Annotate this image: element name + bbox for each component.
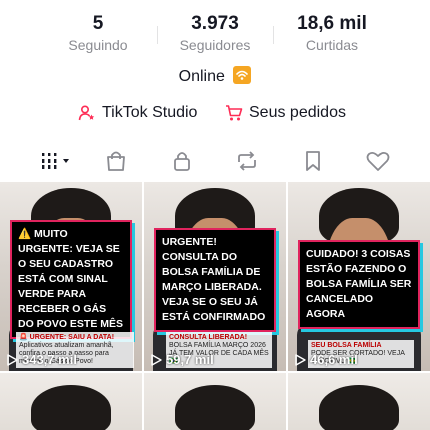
video-subtitle-title: CONSULTA LIBERADA! — [169, 334, 248, 341]
likes-stat[interactable]: 18,6 mil Curtidas — [277, 12, 387, 54]
following-stat[interactable]: 5 Seguindo — [43, 12, 153, 54]
followers-label: Seguidores — [179, 37, 251, 53]
video-caption: ⚠️ MUITO URGENTE: VEJA SE O SEU CADASTRO… — [12, 222, 130, 337]
thumbnail-person — [319, 385, 399, 430]
video-caption: URGENTE! CONSULTA DO BOLSA FAMÍLIA DE MA… — [156, 230, 274, 330]
video-thumbnail[interactable] — [0, 373, 142, 430]
stat-divider — [273, 26, 274, 44]
tab-videos[interactable] — [35, 145, 77, 177]
tiktok-studio-link[interactable]: TikTok Studio — [78, 101, 197, 125]
tab-reposts[interactable] — [227, 145, 267, 177]
lock-icon — [174, 152, 190, 171]
video-thumbnail[interactable] — [288, 373, 430, 430]
tab-saved[interactable] — [293, 145, 333, 177]
tab-liked[interactable] — [358, 145, 398, 177]
view-count-text: 343,7 mil — [22, 352, 77, 367]
video-thumbnail[interactable]: CUIDADO! 3 COISAS ESTÃO FAZENDO O BOLSA … — [288, 182, 430, 371]
tab-private[interactable] — [162, 145, 202, 177]
video-subtitle-title: SEU BOLSA FAMÍLIA — [311, 342, 382, 349]
thumbnail-person — [175, 385, 255, 430]
orders-link[interactable]: Seus pedidos — [225, 101, 346, 125]
tiktok-studio-label: TikTok Studio — [102, 104, 198, 121]
cart-icon — [226, 105, 243, 121]
likes-count: 18,6 mil — [297, 13, 367, 34]
following-label: Seguindo — [68, 37, 128, 53]
play-icon — [7, 353, 18, 366]
view-count: 59,7 mil — [150, 352, 214, 367]
content-tabs — [0, 145, 430, 177]
shopping-bag-icon — [107, 151, 125, 171]
video-thumbnail[interactable]: URGENTE! CONSULTA DO BOLSA FAMÍLIA DE MA… — [144, 182, 286, 371]
video-thumbnail[interactable] — [144, 373, 286, 430]
wifi-icon — [233, 66, 252, 84]
profile-stats: 5 Seguindo 3.973 Seguidores 18,6 mil Cur… — [0, 12, 430, 58]
stat-divider — [157, 26, 158, 44]
play-icon — [151, 353, 162, 366]
heart-icon — [366, 151, 390, 171]
grid-menu-icon — [42, 153, 69, 169]
video-caption: CUIDADO! 3 COISAS ESTÃO FAZENDO O BOLSA … — [300, 242, 418, 327]
followers-count: 3.973 — [191, 13, 239, 34]
orders-label: Seus pedidos — [249, 104, 346, 121]
bookmark-icon — [306, 151, 320, 171]
play-icon — [295, 353, 306, 366]
video-thumbnail[interactable]: ⚠️ MUITO URGENTE: VEJA SE O SEU CADASTRO… — [0, 182, 142, 371]
following-count: 5 — [92, 13, 104, 34]
tab-shop[interactable] — [96, 145, 136, 177]
online-status[interactable]: Online — [0, 66, 430, 88]
thumbnail-person — [31, 385, 111, 430]
creator-icon — [78, 105, 95, 121]
view-count-text: 59,7 mil — [166, 352, 214, 367]
view-count: 343,7 mil — [6, 352, 77, 367]
profile-links: TikTok Studio Seus pedidos — [0, 101, 430, 125]
view-count-text: 46,6 mil — [310, 352, 358, 367]
video-subtitle-title: 🚨 URGENTE: SAIU A DATA! — [19, 334, 115, 341]
video-grid: ⚠️ MUITO URGENTE: VEJA SE O SEU CADASTRO… — [0, 182, 430, 430]
online-status-text: Online — [178, 68, 225, 85]
view-count: 46,6 mil — [294, 352, 358, 367]
repost-icon — [238, 151, 256, 171]
followers-stat[interactable]: 3.973 Seguidores — [160, 12, 270, 54]
likes-label: Curtidas — [305, 37, 359, 53]
